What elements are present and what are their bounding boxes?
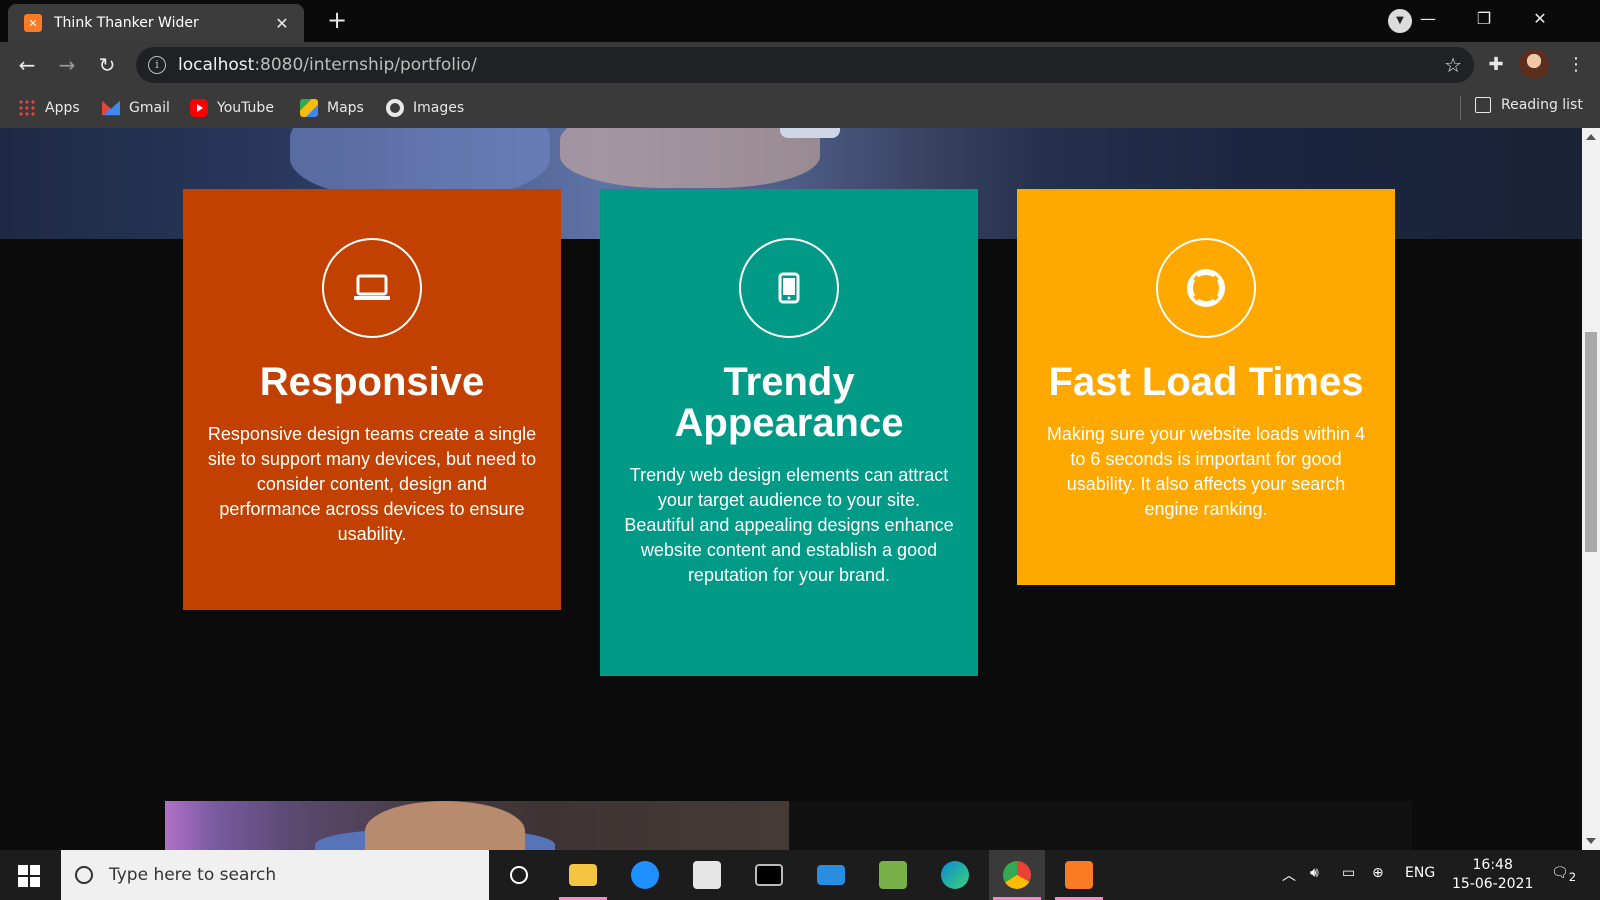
notifications-icon[interactable]: 🗨︎2	[1551, 865, 1576, 884]
bookmark-youtube[interactable]: YouTube	[190, 97, 274, 119]
edge-icon[interactable]	[927, 850, 983, 900]
browser-toolbar: ← → ↻ i localhost:8080/internship/portfo…	[0, 42, 1600, 88]
page-scrollbar[interactable]	[1582, 128, 1600, 850]
reading-list-icon	[1475, 97, 1491, 113]
tab-title: Think Thanker Wider	[54, 15, 199, 31]
feature-title: Trendy Appearance	[674, 360, 904, 445]
portfolio-image	[165, 801, 789, 850]
internet-explorer-icon[interactable]	[617, 850, 673, 900]
new-tab-button[interactable]: +	[322, 6, 352, 36]
portfolio-panel	[789, 801, 1412, 850]
search-icon	[75, 866, 93, 884]
menu-icon[interactable]: ⋮	[1561, 50, 1591, 80]
chrome-icon[interactable]	[989, 850, 1045, 900]
bookmarks-bar: Apps Gmail YouTube Maps Images Reading l…	[0, 88, 1600, 128]
scroll-down-arrow[interactable]	[1586, 838, 1596, 844]
site-info-icon[interactable]: i	[148, 56, 166, 74]
extensions-icon[interactable]: ✚	[1481, 50, 1511, 80]
reload-icon[interactable]: ↻	[92, 50, 122, 80]
bookmark-maps[interactable]: Maps	[300, 97, 364, 119]
scroll-thumb[interactable]	[1585, 332, 1597, 552]
notepad-icon[interactable]	[865, 850, 921, 900]
scroll-up-arrow[interactable]	[1586, 134, 1596, 140]
close-tab-icon[interactable]: ✕	[272, 14, 292, 33]
back-icon[interactable]: ←	[12, 50, 42, 80]
feature-text: Trendy web design elements can attract y…	[624, 465, 954, 585]
store-icon[interactable]	[679, 850, 735, 900]
feature-title: Fast Load Times	[1048, 360, 1364, 404]
close-window-button[interactable]: ✕	[1512, 0, 1568, 40]
minimize-button[interactable]: —	[1400, 0, 1456, 40]
gmail-icon	[102, 100, 120, 116]
page-viewport: Responsive Responsive design teams creat…	[0, 128, 1582, 850]
clock[interactable]: 16:48 15-06-2021	[1452, 856, 1533, 894]
taskbar-search[interactable]: Type here to search	[61, 850, 489, 900]
life-ring-icon	[1156, 238, 1256, 338]
feature-text: Responsive design teams create a single …	[207, 424, 537, 544]
xampp-icon: ✕	[24, 14, 42, 32]
chevron-up-icon[interactable]: ︿	[1282, 865, 1296, 885]
divider	[1460, 96, 1461, 120]
feature-card-responsive: Responsive Responsive design teams creat…	[183, 189, 561, 610]
windows-start-icon[interactable]	[18, 865, 40, 887]
file-explorer-icon[interactable]	[555, 850, 611, 900]
browser-tab[interactable]: ✕ Think Thanker Wider ✕	[8, 4, 304, 42]
url-text[interactable]: localhost:8080/internship/portfolio/	[178, 55, 477, 75]
feature-card-fast-load: Fast Load Times Making sure your website…	[1017, 189, 1395, 585]
bookmark-images[interactable]: Images	[386, 97, 464, 119]
address-bar[interactable]: i localhost:8080/internship/portfolio/ ☆	[136, 47, 1474, 83]
xampp-taskbar-icon[interactable]	[1051, 850, 1107, 900]
feature-text: Making sure your website loads within 4 …	[1046, 424, 1366, 519]
maps-icon	[300, 99, 318, 117]
bookmark-star-icon[interactable]: ☆	[1444, 53, 1462, 77]
bookmark-gmail[interactable]: Gmail	[102, 97, 170, 119]
restore-button[interactable]: ❐	[1456, 0, 1512, 40]
apps-icon	[18, 99, 36, 117]
windows-taskbar: Type here to search ︿ 🔊︎ ▭ ⊕ ENG 16:48 1…	[0, 850, 1600, 900]
volume-icon[interactable]: 🔊︎	[1310, 865, 1319, 881]
reading-list-button[interactable]: Reading list	[1475, 97, 1583, 113]
language-indicator[interactable]: ENG	[1405, 865, 1435, 881]
mail-icon[interactable]	[803, 850, 859, 900]
forward-icon[interactable]: →	[52, 50, 82, 80]
network-icon[interactable]: ⊕	[1372, 865, 1384, 881]
tab-bar: ✕ Think Thanker Wider ✕ + ▼ — ❐ ✕	[0, 0, 1600, 42]
bookmark-apps[interactable]: Apps	[18, 97, 80, 119]
laptop-icon	[322, 238, 422, 338]
avatar[interactable]	[1519, 49, 1549, 79]
taskbar-search-text: Type here to search	[109, 865, 277, 885]
terminal-icon[interactable]	[741, 850, 797, 900]
images-icon	[386, 99, 404, 117]
cortana-icon[interactable]	[491, 850, 547, 900]
youtube-icon	[190, 99, 208, 117]
mobile-icon	[739, 238, 839, 338]
feature-card-trendy: Trendy Appearance Trendy web design elem…	[600, 189, 978, 676]
battery-icon[interactable]: ▭	[1342, 865, 1355, 881]
feature-title: Responsive	[259, 360, 485, 404]
